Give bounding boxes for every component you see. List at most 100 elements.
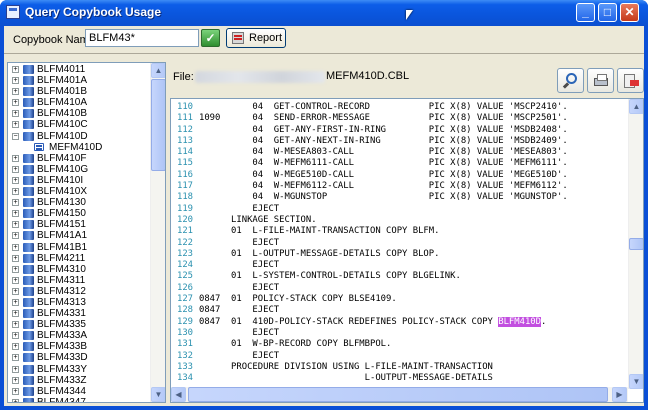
expand-toggle-icon[interactable]: + <box>12 387 19 395</box>
tree-item[interactable]: + BLFM401A <box>8 75 151 86</box>
export-button[interactable] <box>617 68 644 93</box>
tree-item[interactable]: + BLFM410C <box>8 119 151 130</box>
print-button[interactable] <box>587 68 614 93</box>
expand-toggle-icon[interactable]: + <box>12 310 19 318</box>
scroll-right-icon[interactable]: ▶ <box>612 387 627 402</box>
expand-toggle-icon[interactable]: + <box>12 165 19 173</box>
tree-item[interactable]: + BLFM433Y <box>8 364 151 375</box>
expand-toggle-icon[interactable]: + <box>12 321 19 329</box>
scroll-left-icon[interactable]: ◀ <box>171 387 186 402</box>
tree-item[interactable]: + BLFM4151 <box>8 219 151 230</box>
tree-item[interactable]: + BLFM410X <box>8 186 151 197</box>
copybook-icon <box>23 98 34 108</box>
tree-item[interactable]: + BLFM4331 <box>8 308 151 319</box>
tree-item[interactable]: + BLFM4011 <box>8 64 151 75</box>
expand-toggle-icon[interactable]: + <box>12 88 19 96</box>
copybook-name-input[interactable] <box>85 29 199 47</box>
tree-item-label: BLFM410A <box>37 97 88 109</box>
expand-toggle-icon[interactable]: + <box>12 254 19 262</box>
expand-toggle-icon[interactable]: + <box>12 66 19 73</box>
copybook-tree[interactable]: + BLFM4011 + BLFM401A + BLFM401B + BLFM410A + BLF… <box>7 62 166 403</box>
tree-item[interactable]: + BLFM4335 <box>8 319 151 330</box>
tree-item[interactable]: + BLFM4211 <box>8 253 151 264</box>
tree-scroll-thumb[interactable] <box>151 79 165 171</box>
maximize-button[interactable]: □ <box>598 3 617 22</box>
tree-item[interactable]: + BLFM4311 <box>8 275 151 286</box>
expand-toggle-icon[interactable]: + <box>12 121 19 129</box>
expand-toggle-icon[interactable]: + <box>12 265 19 273</box>
tree-item[interactable]: + BLFM4150 <box>8 208 151 219</box>
minimize-button[interactable]: _ <box>576 3 595 22</box>
copybook-icon <box>23 375 34 385</box>
code-vertical-scrollbar[interactable]: ▲ ▼ <box>628 99 643 389</box>
code-view[interactable]: 110 04 GET-CONTROL-RECORD PIC X(8) VALUE… <box>170 98 644 403</box>
scroll-up-icon[interactable]: ▲ <box>629 99 643 114</box>
tree-item-label: BLFM410D <box>37 130 88 142</box>
scroll-up-icon[interactable]: ▲ <box>151 63 165 78</box>
tree-item[interactable]: + BLFM410F <box>8 153 151 164</box>
expand-toggle-icon[interactable]: + <box>12 376 19 384</box>
expand-toggle-icon[interactable]: + <box>12 232 19 240</box>
scroll-down-icon[interactable]: ▼ <box>629 374 643 389</box>
code-scroll-thumb[interactable] <box>629 238 643 250</box>
tree-item[interactable]: + BLFM4344 <box>8 386 151 397</box>
code-horizontal-scrollbar[interactable]: ◀ ▶ <box>171 387 628 402</box>
line-text: 0847 EJECT <box>199 305 280 316</box>
expand-toggle-icon[interactable]: + <box>12 243 19 251</box>
tree-item[interactable]: + BLFM401B <box>8 86 151 97</box>
tree-item[interactable]: + BLFM4313 <box>8 297 151 308</box>
expand-toggle-icon[interactable]: + <box>12 298 19 306</box>
expand-toggle-icon[interactable]: + <box>12 332 19 340</box>
tree-item[interactable]: + BLFM41A1 <box>8 230 151 241</box>
expand-toggle-icon[interactable]: − <box>12 132 19 140</box>
scroll-down-icon[interactable]: ▼ <box>151 387 165 402</box>
expand-toggle-icon[interactable]: + <box>12 287 19 295</box>
tree-item[interactable]: + BLFM41B1 <box>8 242 151 253</box>
tree-item-label: BLFM433A <box>37 330 88 342</box>
expand-toggle-icon[interactable]: + <box>12 354 19 362</box>
title-bar[interactable]: Query Copybook Usage _ □ ✕ <box>0 0 648 26</box>
tree-item[interactable]: + BLFM410I <box>8 175 151 186</box>
tree-item[interactable]: + BLFM410G <box>8 164 151 175</box>
tree-item[interactable]: − BLFM410D <box>8 131 151 142</box>
copybook-icon <box>23 187 34 197</box>
expand-toggle-icon[interactable]: + <box>12 199 19 207</box>
close-button[interactable]: ✕ <box>620 3 639 22</box>
copybook-icon <box>23 320 34 330</box>
expand-toggle-icon[interactable]: + <box>12 221 19 229</box>
expand-toggle-icon[interactable]: + <box>12 398 19 402</box>
code-hscroll-thumb[interactable] <box>188 387 608 402</box>
expand-toggle-icon[interactable]: + <box>12 365 19 373</box>
tree-item[interactable]: + BLFM410A <box>8 97 151 108</box>
tree-item[interactable]: + BLFM433A <box>8 330 151 341</box>
tree-item[interactable]: + BLFM433D <box>8 352 151 363</box>
copybook-icon <box>23 397 34 402</box>
copybook-icon <box>23 198 34 208</box>
report-button[interactable]: Report <box>226 28 286 48</box>
tree-vertical-scrollbar[interactable]: ▲ ▼ <box>150 63 165 402</box>
expand-toggle-icon[interactable]: + <box>12 154 19 162</box>
tree-item[interactable]: + BLFM410B <box>8 108 151 119</box>
find-button[interactable] <box>557 68 584 93</box>
tree-item[interactable]: + BLFM4310 <box>8 264 151 275</box>
code-line: 120 LINKAGE SECTION. <box>177 215 623 226</box>
expand-toggle-icon[interactable]: + <box>12 99 19 107</box>
code-line: 115 04 W-MEFM6111-CALL PIC X(8) VALUE 'M… <box>177 158 623 169</box>
expand-toggle-icon[interactable]: + <box>12 276 19 284</box>
tree-item[interactable]: + BLFM433Z <box>8 375 151 386</box>
tree-item-label: BLFM401B <box>37 86 88 98</box>
expand-toggle-icon[interactable]: + <box>12 77 19 85</box>
tree-item[interactable]: + BLFM4312 <box>8 286 151 297</box>
expand-toggle-icon[interactable]: + <box>12 188 19 196</box>
expand-toggle-icon[interactable]: + <box>12 176 19 184</box>
tree-item[interactable]: + BLFM4347 <box>8 397 151 402</box>
copybook-icon <box>23 87 34 97</box>
expand-toggle-icon[interactable]: + <box>12 343 19 351</box>
tree-item[interactable]: MEFM410D <box>8 142 151 153</box>
tree-item[interactable]: + BLFM4130 <box>8 197 151 208</box>
tree-item[interactable]: + BLFM433B <box>8 341 151 352</box>
expand-toggle-icon[interactable]: + <box>12 210 19 218</box>
search-button[interactable]: ✓ <box>201 29 220 47</box>
expand-toggle-icon[interactable]: + <box>12 110 19 118</box>
copybook-icon <box>23 286 34 296</box>
